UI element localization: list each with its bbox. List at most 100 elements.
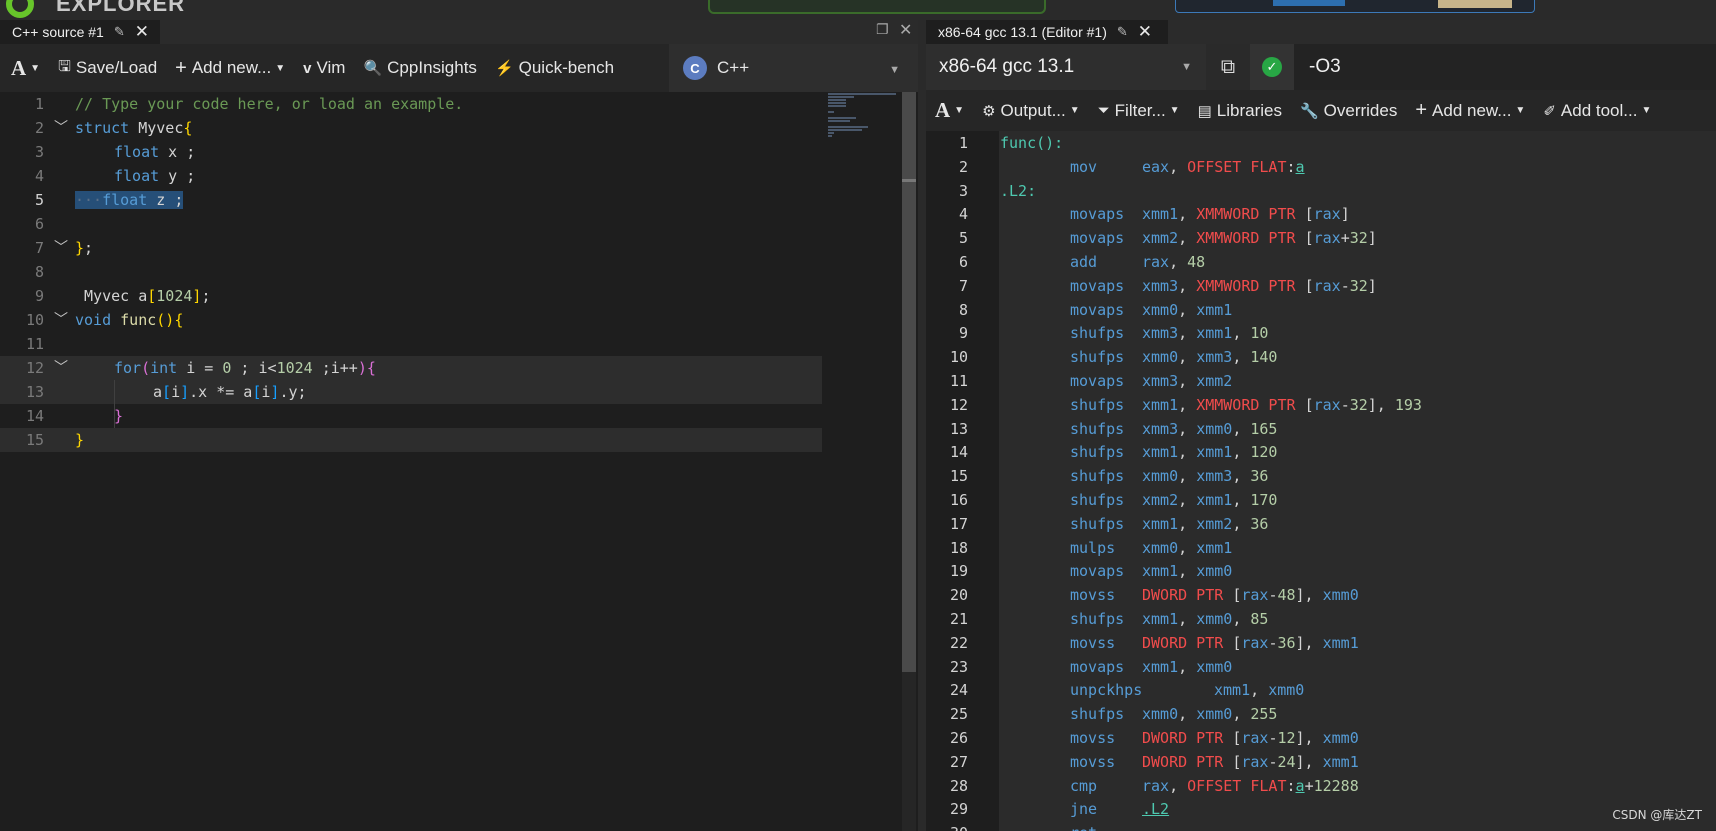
asm-line: 24 unpckhps xmm1, xmm0 bbox=[926, 678, 1716, 703]
sponsor-banner-2[interactable] bbox=[1175, 0, 1535, 13]
asm-line: 3 .L2: bbox=[926, 178, 1716, 203]
asm-line: 12 shufps xmm1, XMMWORD PTR [rax-32], 193 bbox=[926, 392, 1716, 417]
line-number: 15 bbox=[949, 467, 968, 486]
line-number: 25 bbox=[949, 705, 968, 724]
filter-label: Filter... bbox=[1114, 100, 1166, 120]
number-token: 24 bbox=[1277, 752, 1296, 771]
tab-cpp-source[interactable]: C++ source #1 ✎ ✕ bbox=[0, 20, 160, 44]
close-tab-icon[interactable]: ✕ bbox=[135, 22, 149, 42]
punct-token: [ bbox=[1304, 205, 1314, 224]
compiler-name: x86-64 gcc 13.1 bbox=[939, 56, 1075, 77]
code-line: 10 ﹀ void func(){ bbox=[0, 308, 822, 332]
asm-line: 20 movss DWORD PTR [rax-48], xmm0 bbox=[926, 583, 1716, 607]
sponsor-banner[interactable] bbox=[708, 0, 1046, 14]
compiler-options-input[interactable]: -O3 bbox=[1294, 44, 1716, 90]
number-token: 1024 bbox=[156, 287, 193, 305]
fold-chevron-icon[interactable]: ﹀ bbox=[54, 236, 68, 260]
add-new-button[interactable]: + Add new... ▼ bbox=[166, 44, 294, 92]
watermark: CSDN @库达ZT bbox=[1612, 808, 1702, 822]
font-size-button[interactable]: A ▼ bbox=[0, 44, 49, 92]
punct-token: ], bbox=[1295, 729, 1323, 747]
fold-chevron-icon[interactable]: ﹀ bbox=[54, 308, 68, 332]
tab-compiler[interactable]: x86-64 gcc 13.1 (Editor #1) ✎ ✕ bbox=[926, 20, 1168, 44]
chevron-down-icon: ▼ bbox=[1069, 105, 1080, 116]
keyword-token: XMMWORD PTR bbox=[1196, 205, 1305, 224]
font-a-icon: A bbox=[935, 98, 951, 122]
code-line: 12 ﹀ for(int i = 0 ; i<1024 ;i++){ bbox=[0, 356, 822, 380]
line-number: 14 bbox=[949, 443, 968, 462]
cppinsights-button[interactable]: 🔍 CppInsights bbox=[354, 44, 485, 92]
opcode-token: shufps bbox=[1070, 705, 1125, 724]
asm-text: shufps xmm3, xmm1, 10 bbox=[1070, 321, 1268, 345]
punct-token: , bbox=[1169, 253, 1188, 271]
maximize-pane-icon[interactable]: ❐ bbox=[876, 22, 889, 38]
asm-text: movaps xmm1, xmm0 bbox=[1070, 559, 1232, 583]
filter-button[interactable]: ⏷ Filter... ▼ bbox=[1089, 90, 1189, 131]
code-line: 4 float y ; bbox=[0, 164, 822, 188]
punct-token: [ bbox=[1232, 633, 1242, 652]
punct-token: , bbox=[1178, 395, 1197, 414]
quick-bench-button[interactable]: ⚡ Quick-bench bbox=[486, 44, 623, 92]
add-new-label: Add new... bbox=[1432, 100, 1512, 120]
add-new-button[interactable]: + Add new... ▼ bbox=[1406, 90, 1534, 131]
add-tool-button[interactable]: ✐ Add tool... ▼ bbox=[1534, 90, 1660, 131]
register-token: xmm1 bbox=[1142, 562, 1179, 581]
asm-line: 4 movaps xmm1, XMMWORD PTR [rax] bbox=[926, 202, 1716, 227]
source-scrollbar[interactable] bbox=[902, 92, 916, 831]
register-token: xmm0 bbox=[1196, 419, 1233, 438]
libraries-label: Libraries bbox=[1216, 100, 1282, 120]
line-number: 6 bbox=[34, 215, 44, 233]
punct-token: , bbox=[1232, 610, 1251, 628]
compiler-explorer-logo-icon[interactable] bbox=[6, 0, 34, 18]
symbol-link[interactable]: a bbox=[1296, 158, 1305, 176]
punct-token: , bbox=[1178, 538, 1197, 557]
pane-splitter[interactable] bbox=[918, 20, 926, 831]
close-tab-icon[interactable]: ✕ bbox=[1138, 22, 1152, 42]
register-token: xmm0 bbox=[1142, 467, 1179, 486]
opcode-token: cmp bbox=[1070, 776, 1098, 795]
register-token: xmm1 bbox=[1142, 395, 1179, 414]
fold-chevron-icon[interactable]: ﹀ bbox=[54, 116, 68, 140]
code-editor[interactable]: 1 // Type your code here, or load an exam… bbox=[0, 92, 918, 831]
identifier-token: .x *= a bbox=[189, 383, 253, 401]
opcode-token: movaps bbox=[1070, 276, 1125, 295]
assembly-output[interactable]: 1 func(): 2 mov eax, OFFSET FLAT:a 3 .L2: 4 mova… bbox=[926, 131, 1716, 831]
compile-status-button[interactable]: ✓ bbox=[1250, 44, 1294, 90]
punct-token: , bbox=[1232, 443, 1251, 462]
line-number: 3 bbox=[34, 143, 44, 161]
top-banner: EXPLORER bbox=[0, 0, 1716, 20]
register-token: xmm2 bbox=[1196, 514, 1233, 533]
code-line: 9 Myvec a[1024]; bbox=[0, 284, 822, 308]
line-number: 11 bbox=[25, 335, 44, 353]
asm-line: 1 func(): bbox=[926, 131, 1716, 155]
line-number: 18 bbox=[949, 538, 968, 557]
overrides-button[interactable]: 🔧 Overrides bbox=[1291, 90, 1406, 131]
popout-icon[interactable]: ⧉ bbox=[1206, 56, 1250, 79]
bracket-token: [ bbox=[162, 383, 172, 401]
line-text: void func(){ bbox=[75, 308, 183, 332]
opcode-token: movaps bbox=[1070, 562, 1125, 581]
rename-pencil-icon[interactable]: ✎ bbox=[1117, 24, 1128, 40]
code-minimap[interactable] bbox=[828, 92, 900, 152]
register-token: rax bbox=[1241, 633, 1269, 652]
text-selection: ···float z ; bbox=[75, 191, 184, 209]
font-size-button[interactable]: A ▼ bbox=[926, 90, 973, 131]
symbol-link[interactable]: a bbox=[1296, 777, 1305, 795]
brand-logo-text[interactable]: EXPLORER bbox=[56, 0, 185, 17]
language-select[interactable]: C C++ ▼ bbox=[669, 44, 918, 92]
symbol-link[interactable]: .L2 bbox=[1142, 800, 1169, 818]
save-load-button[interactable]: 🖫 Save/Load bbox=[49, 44, 166, 92]
compiler-select[interactable]: x86-64 gcc 13.1 ▼ bbox=[926, 44, 1206, 90]
punct-token: ; bbox=[84, 239, 94, 257]
rename-pencil-icon[interactable]: ✎ bbox=[114, 24, 125, 40]
output-button[interactable]: ⚙ Output... ▼ bbox=[973, 90, 1089, 131]
libraries-button[interactable]: ▤ Libraries bbox=[1189, 90, 1291, 131]
vim-toggle-button[interactable]: v Vim bbox=[294, 44, 354, 92]
register-token: xmm0 bbox=[1322, 586, 1359, 605]
close-pane-icon[interactable]: ✕ bbox=[899, 20, 912, 39]
keyword-token: OFFSET FLAT bbox=[1187, 157, 1287, 176]
register-token: xmm1 bbox=[1196, 491, 1233, 509]
fold-chevron-icon[interactable]: ﹀ bbox=[54, 356, 68, 380]
punct-token: , bbox=[1178, 467, 1197, 486]
whitespace-dots: ··· bbox=[75, 191, 103, 209]
